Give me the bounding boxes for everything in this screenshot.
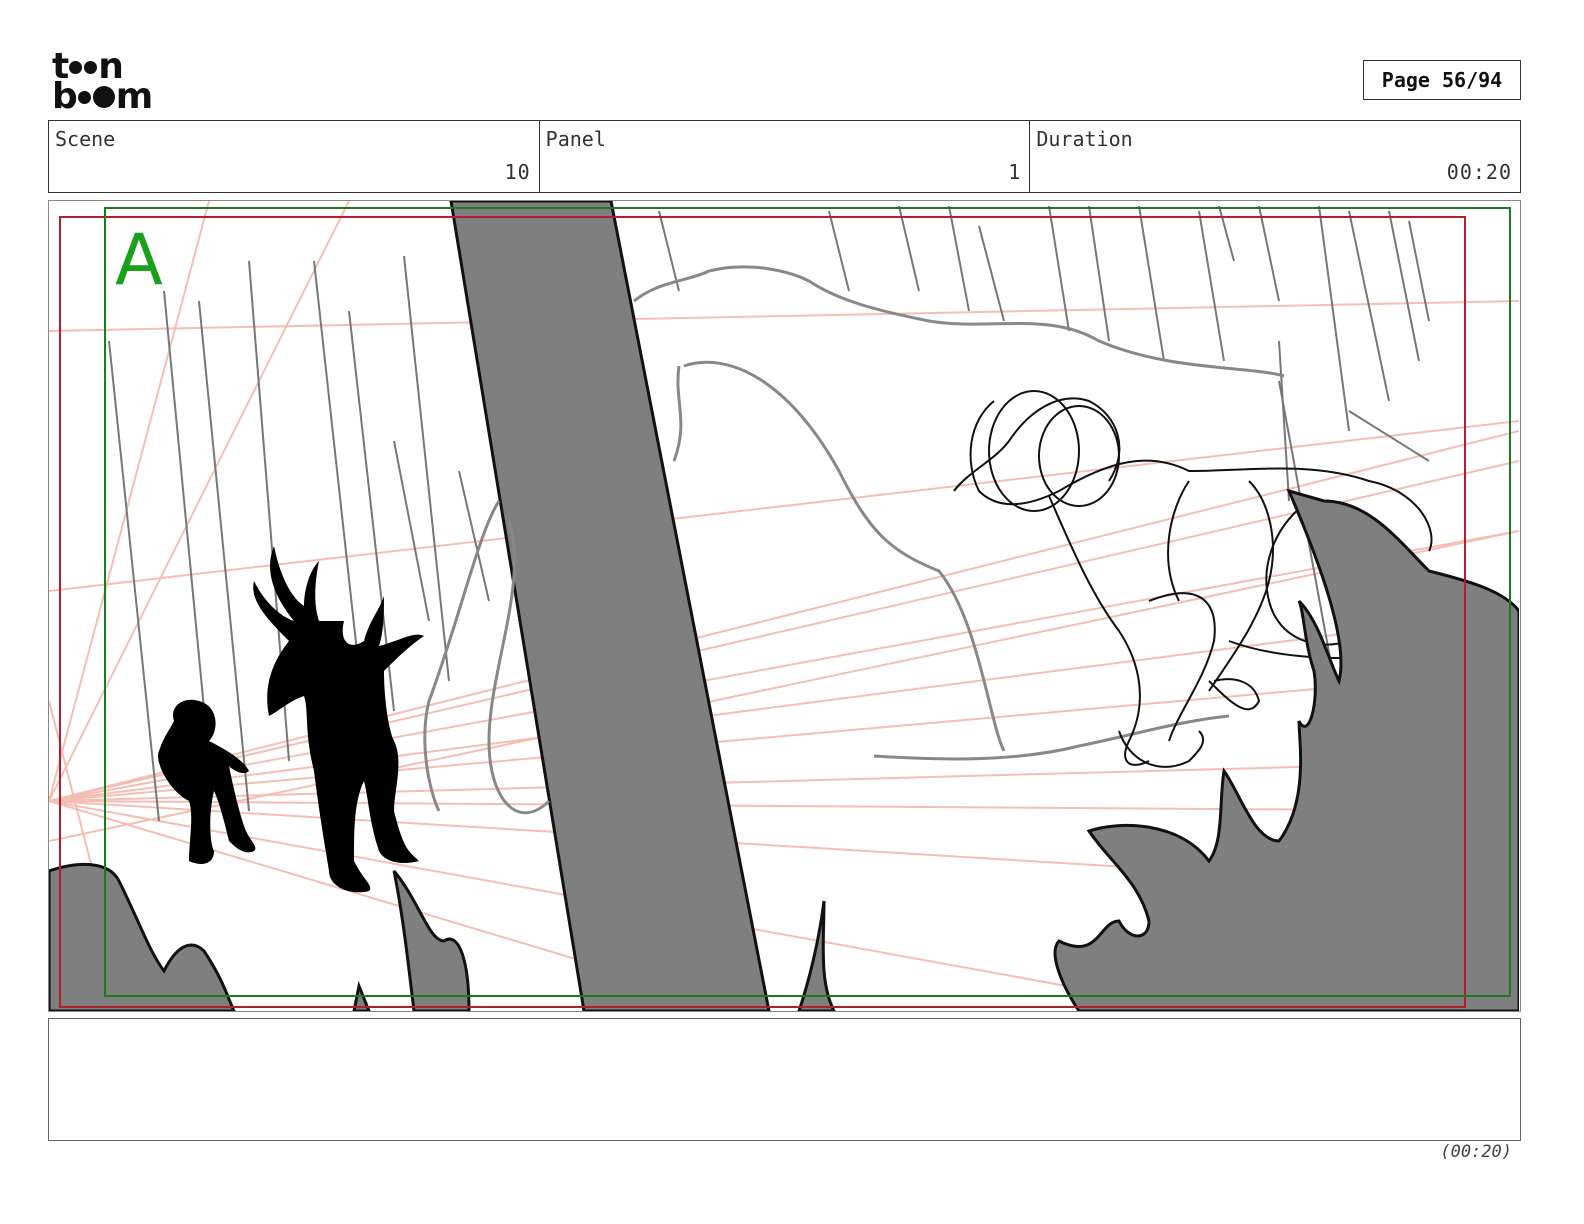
scene-cell: Scene 10 xyxy=(49,121,540,192)
scene-label: Scene xyxy=(55,127,116,151)
page-number: 56/94 xyxy=(1442,68,1503,92)
logo-letter-m: m xyxy=(115,76,154,117)
page-counter: Page 56/94 xyxy=(1363,60,1521,100)
toon-boom-logo: t n b m toon boom xyxy=(52,49,164,117)
scene-value: 10 xyxy=(504,160,531,184)
panel-value: 1 xyxy=(1008,160,1022,184)
panel-notes-box xyxy=(48,1018,1521,1141)
storyboard-sketch xyxy=(49,201,1519,1011)
page-label: Page xyxy=(1381,68,1430,92)
character-silhouettes xyxy=(158,546,424,893)
duration-cell: Duration 00:20 xyxy=(1030,121,1520,192)
panel-cell: Panel 1 xyxy=(540,121,1031,192)
duration-value: 00:20 xyxy=(1446,160,1513,184)
panel-label: Panel xyxy=(545,127,606,151)
tree-trunk xyxy=(449,201,771,1011)
storyboard-panel-image: A xyxy=(48,200,1521,1012)
background-trees xyxy=(108,205,1430,822)
logo-letter-b: b xyxy=(52,76,78,117)
field-guide-label: A xyxy=(115,219,163,301)
footer-duration: (00:20) xyxy=(1440,1142,1512,1162)
duration-label: Duration xyxy=(1036,127,1133,151)
panel-info-row: Scene 10 Panel 1 Duration 00:20 xyxy=(48,120,1521,193)
